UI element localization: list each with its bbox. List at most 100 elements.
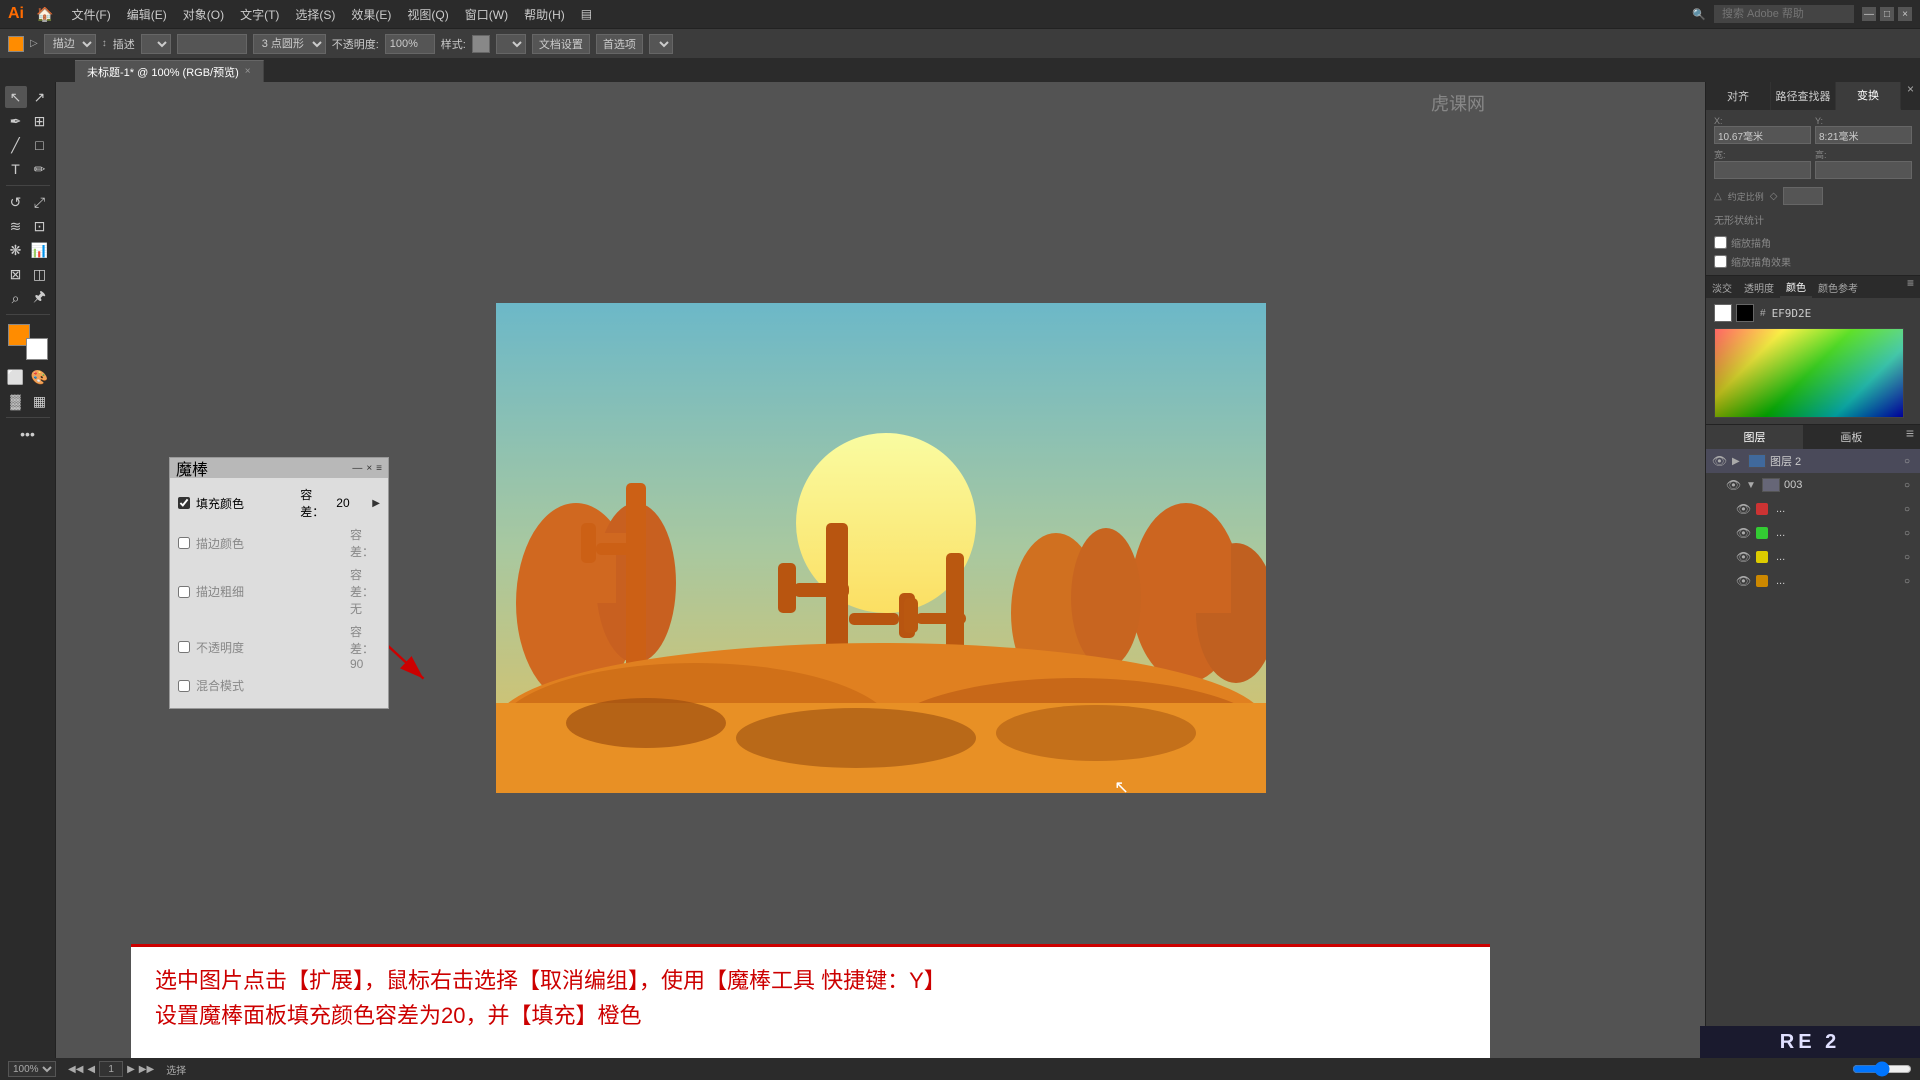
tab-swatches[interactable]: 淡交 — [1706, 276, 1738, 298]
extra-select[interactable]: ▾ — [649, 34, 673, 54]
color-panel-menu[interactable]: ≡ — [1901, 276, 1920, 298]
menu-effect[interactable]: 效果(E) — [345, 4, 397, 25]
last-page-btn[interactable]: ▶▶ — [139, 1064, 154, 1075]
tab-transform[interactable]: 变换 — [1836, 82, 1901, 110]
close-button[interactable]: × — [1898, 7, 1912, 21]
menu-object[interactable]: 对象(O) — [177, 4, 230, 25]
layer-1-eye[interactable]: 👁 — [1726, 478, 1742, 492]
first-page-btn[interactable]: ◀◀ — [68, 1064, 83, 1075]
point-type-select[interactable]: 3 点圆形 — [253, 34, 326, 54]
hex-value[interactable]: EF9D2E — [1772, 307, 1812, 320]
fill-arrow[interactable]: ▶ — [372, 498, 380, 509]
shear-input[interactable] — [1783, 187, 1823, 205]
black-swatch[interactable] — [1736, 304, 1754, 322]
pen-tool[interactable]: ✒ — [5, 110, 27, 132]
layers-panel-menu[interactable]: ≡ — [1900, 425, 1920, 449]
panel-minimize-btn[interactable]: — — [352, 463, 362, 474]
canvas-area[interactable]: 虎课网 — [56, 82, 1705, 1074]
stroke-width-checkbox[interactable] — [178, 586, 190, 598]
warp-tool[interactable]: ≋ — [5, 215, 27, 237]
layer-3-vis[interactable]: ○ — [1900, 528, 1914, 539]
menu-help[interactable]: 帮助(H) — [518, 4, 571, 25]
tab-color[interactable]: 颜色 — [1780, 276, 1812, 298]
selection-tool[interactable]: ↖ — [5, 86, 27, 108]
layer-2-eye[interactable]: 👁 — [1736, 502, 1752, 516]
slice-tool[interactable]: ⊠ — [5, 263, 27, 285]
blend-checkbox[interactable] — [178, 680, 190, 692]
style-select[interactable] — [496, 34, 526, 54]
maximize-button[interactable]: □ — [1880, 7, 1894, 21]
menu-file[interactable]: 文件(F) — [65, 4, 116, 25]
symbol-tool[interactable]: ❋ — [5, 239, 27, 261]
layer-1-vis[interactable]: ○ — [1900, 480, 1914, 491]
layer-0-eye[interactable]: 👁 — [1712, 454, 1728, 468]
transform-x-input[interactable] — [1714, 126, 1811, 144]
eyedropper-tool[interactable]: 🖈 — [29, 287, 51, 309]
tab-opacity[interactable]: 透明度 — [1738, 276, 1780, 298]
tab-align[interactable]: 对齐 — [1706, 82, 1771, 110]
scale-effects-option[interactable]: 缩放描角效果 — [1714, 254, 1912, 269]
chart-tool[interactable]: 📊 — [29, 239, 51, 261]
layer-row-3[interactable]: 👁 ... ○ — [1706, 521, 1920, 545]
type-tool[interactable]: ⊞ — [29, 110, 51, 132]
document-tab[interactable]: 未标题-1* @ 100% (RGB/预览) × — [75, 60, 264, 82]
tab-color-ref[interactable]: 颜色参考 — [1812, 276, 1864, 298]
background-color[interactable] — [26, 338, 48, 360]
view-toggle[interactable]: ▤ — [575, 5, 598, 23]
prev-page-btn[interactable]: ◀ — [87, 1064, 95, 1075]
rotate-tool[interactable]: ↺ — [5, 191, 27, 213]
more-tools[interactable]: ••• — [17, 423, 39, 445]
free-transform-tool[interactable]: ⊡ — [29, 215, 51, 237]
panel-close-btn[interactable]: × — [366, 463, 372, 474]
transform-y-input[interactable] — [1815, 126, 1912, 144]
layer-4-eye[interactable]: 👁 — [1736, 550, 1752, 564]
line-tool[interactable]: ╱ — [5, 134, 27, 156]
white-swatch[interactable] — [1714, 304, 1732, 322]
color-gradient-bar[interactable] — [1714, 328, 1904, 418]
scale-strokes-checkbox[interactable] — [1714, 236, 1727, 249]
eraser-tool[interactable]: ◫ — [29, 263, 51, 285]
tab-close-button[interactable]: × — [245, 66, 251, 77]
layer-row-0[interactable]: 👁 ▶ 图层 2 ○ — [1706, 449, 1920, 473]
layer-4-vis[interactable]: ○ — [1900, 552, 1914, 563]
color-btn[interactable]: 🎨 — [29, 366, 51, 388]
stroke-select[interactable]: 描边 — [44, 34, 96, 54]
layer-row-5[interactable]: 👁 ... ○ — [1706, 569, 1920, 593]
prefs-button[interactable]: 首选项 — [596, 34, 643, 54]
interpolation-select[interactable] — [141, 34, 171, 54]
fill-color-swatch[interactable] — [8, 36, 24, 52]
transform-h-input[interactable] — [1815, 161, 1912, 179]
shape-tool[interactable]: □ — [29, 134, 51, 156]
layer-0-vis[interactable]: ○ — [1900, 456, 1914, 467]
menu-view[interactable]: 视图(Q) — [401, 4, 454, 25]
layer-0-expand[interactable]: ▶ — [1732, 456, 1744, 467]
layer-1-expand[interactable]: ▼ — [1746, 480, 1758, 491]
fill-none-btn[interactable]: ⬜ — [5, 366, 27, 388]
zoom-slider[interactable] — [1852, 1061, 1912, 1077]
layer-row-1[interactable]: 👁 ▼ 003 ○ — [1706, 473, 1920, 497]
doc-settings-button[interactable]: 文档设置 — [532, 34, 590, 54]
zoom-tool[interactable]: ⌕ — [5, 287, 27, 309]
transform-w-input[interactable] — [1714, 161, 1811, 179]
zoom-select[interactable]: 100% — [8, 1061, 56, 1077]
scale-tool[interactable]: ⤢ — [29, 191, 51, 213]
minimize-button[interactable]: — — [1862, 7, 1876, 21]
pencil-tool[interactable]: ✏ — [29, 158, 51, 180]
fill-color-checkbox[interactable] — [178, 497, 190, 509]
panel-menu-btn[interactable]: ≡ — [376, 463, 382, 474]
search-input[interactable] — [1714, 5, 1854, 23]
text-tool[interactable]: T — [5, 158, 27, 180]
pattern-btn[interactable]: ▦ — [29, 390, 51, 412]
gradient-btn[interactable]: ▓ — [5, 390, 27, 412]
stroke-color-checkbox[interactable] — [178, 537, 190, 549]
scale-strokes-option[interactable]: 缩放描角 — [1714, 235, 1912, 250]
layer-2-vis[interactable]: ○ — [1900, 504, 1914, 515]
layer-row-4[interactable]: 👁 ... ○ — [1706, 545, 1920, 569]
layer-5-vis[interactable]: ○ — [1900, 576, 1914, 587]
menu-window[interactable]: 窗口(W) — [459, 4, 514, 25]
menu-select[interactable]: 选择(S) — [289, 4, 341, 25]
menu-edit[interactable]: 编辑(E) — [121, 4, 173, 25]
opacity-input[interactable] — [385, 34, 435, 54]
right-panel-close[interactable]: × — [1901, 82, 1920, 110]
tab-pathfinder[interactable]: 路径查找器 — [1771, 82, 1836, 110]
